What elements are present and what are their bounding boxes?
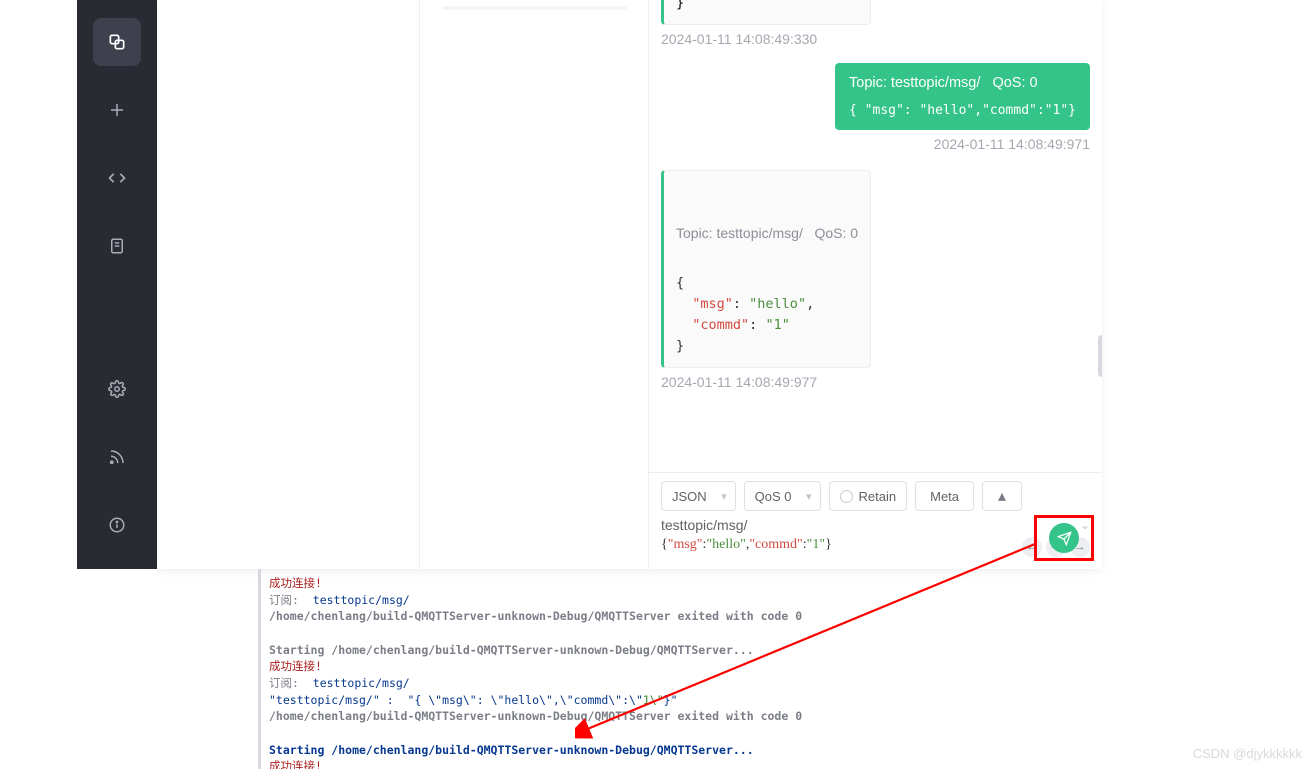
script-icon xyxy=(108,237,126,255)
message-outgoing: Topic: testtopic/msg/ QoS: 0 { "msg": "h… xyxy=(835,63,1090,130)
code-icon xyxy=(107,168,127,188)
info-icon xyxy=(108,516,126,534)
messages-panel: "commd": "1" } 2024-01-11 14:08:49:330 T… xyxy=(649,0,1102,569)
message-timestamp: 2024-01-11 14:08:49:971 xyxy=(934,136,1090,152)
subscription-pill xyxy=(442,6,627,10)
radio-icon xyxy=(840,490,853,503)
connections-panel xyxy=(157,0,420,569)
msg-qos: QoS: 0 xyxy=(992,75,1037,91)
send-button[interactable] xyxy=(1049,523,1079,553)
rail-feed-button[interactable] xyxy=(93,433,141,481)
message-incoming: "commd": "1" } xyxy=(661,0,871,25)
console-output: 成功连接! 订阅: testtopic/msg/ /home/chenlang/… xyxy=(258,569,1316,769)
watermark: CSDN @djykkkkkk xyxy=(1193,746,1302,761)
msg-qos: QoS: 0 xyxy=(815,225,859,241)
caret-up-icon: ▴ xyxy=(998,486,1006,506)
json-value: "hello" xyxy=(749,296,806,312)
expand-button[interactable]: ▴ xyxy=(982,481,1022,511)
chevron-down-icon: ▾ xyxy=(806,490,812,503)
rail-connections-button[interactable] xyxy=(93,18,141,66)
rail-scripts-button[interactable] xyxy=(93,154,141,202)
gear-icon xyxy=(108,380,126,398)
json-key: "commd" xyxy=(692,317,749,333)
chevron-down-icon: ▾ xyxy=(721,490,727,503)
qos-select[interactable]: QoS 0▾ xyxy=(744,481,821,511)
msg-body: { "msg": "hello","commd":"1"} xyxy=(849,103,1076,118)
message-timestamp: 2024-01-11 14:08:49:330 xyxy=(661,31,1090,47)
message-incoming: Topic: testtopic/msg/ QoS: 0 { "msg": "h… xyxy=(661,170,871,368)
scrollbar-thumb[interactable] xyxy=(1098,335,1102,377)
messages-scroll[interactable]: "commd": "1" } 2024-01-11 14:08:49:330 T… xyxy=(649,0,1102,472)
plus-icon xyxy=(108,101,126,119)
subscriptions-panel xyxy=(420,0,649,569)
topic-input[interactable]: testtopic/msg/ xyxy=(661,517,747,533)
rail-new-button[interactable] xyxy=(93,86,141,134)
rail-log-button[interactable] xyxy=(93,222,141,270)
sidebar-rail xyxy=(77,0,157,569)
send-icon xyxy=(1057,531,1072,546)
json-key: "msg" xyxy=(692,296,733,312)
rail-settings-button[interactable] xyxy=(93,365,141,413)
msg-topic: Topic: testtopic/msg/ xyxy=(849,75,980,91)
msg-topic: Topic: testtopic/msg/ xyxy=(676,225,803,241)
copy-icon xyxy=(107,32,127,52)
app-window: "commd": "1" } 2024-01-11 14:08:49:330 T… xyxy=(157,0,1102,569)
rail-info-button[interactable] xyxy=(93,501,141,549)
retain-toggle[interactable]: Retain xyxy=(829,481,908,511)
payload-format-select[interactable]: JSON▾ xyxy=(661,481,736,511)
annotation-highlight xyxy=(1034,515,1094,561)
json-value: "1" xyxy=(765,317,789,333)
meta-button[interactable]: Meta xyxy=(915,481,974,511)
message-timestamp: 2024-01-11 14:08:49:977 xyxy=(661,374,1090,390)
rss-icon xyxy=(108,448,126,466)
payload-input[interactable]: {"msg":"hello","commd":"1"} xyxy=(661,537,832,553)
